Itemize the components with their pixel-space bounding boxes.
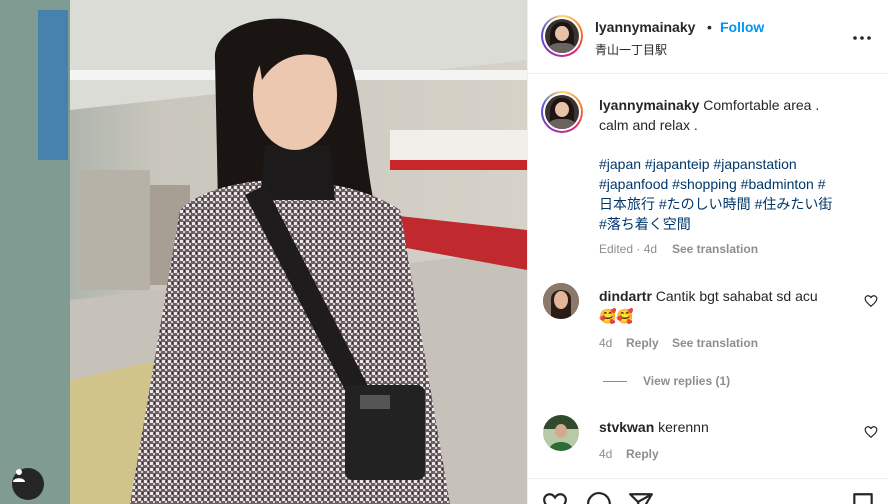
comment-body: stvkwan kerennn	[599, 417, 709, 437]
post-header: lyannymainaky • Follow 青山一丁目駅	[528, 0, 888, 74]
comment-body: dindartr Cantik bgt sahabat sd acu 🥰🥰	[599, 286, 818, 326]
heart-icon[interactable]	[542, 491, 568, 504]
comment-avatar[interactable]	[543, 283, 579, 319]
hashtags-line2[interactable]: #japanfood #shopping #badminton #	[599, 174, 832, 194]
caption-text-line1: Comfortable area .	[703, 97, 820, 113]
more-horizontal-icon[interactable]	[850, 26, 874, 50]
heart-icon[interactable]	[864, 294, 878, 308]
caption-text-line2: calm and relax .	[599, 117, 698, 133]
user-tag-button[interactable]	[12, 468, 44, 500]
comment-username[interactable]: dindartr	[599, 288, 652, 304]
hashtags-line4[interactable]: #落ち着く空間	[599, 214, 832, 234]
post-photo[interactable]	[0, 0, 527, 504]
avatar-photo	[543, 415, 579, 451]
comment-time: 4d	[599, 447, 613, 461]
caption-see-translation-button[interactable]: See translation	[672, 242, 758, 256]
view-replies-label: View replies (1)	[643, 374, 731, 388]
post-detail-panel: lyannymainaky • Follow 青山一丁目駅 lyannymain…	[527, 0, 888, 504]
reply-button[interactable]: Reply	[626, 336, 659, 350]
header-separator: •	[707, 19, 712, 35]
caption-edited-time: Edited · 4d	[599, 242, 658, 256]
post-modal: lyannymainaky • Follow 青山一丁目駅 lyannymain…	[0, 0, 888, 504]
avatar-photo	[543, 283, 579, 319]
comment-text: kerennn	[658, 419, 709, 435]
comment-emoji: 🥰🥰	[599, 308, 634, 324]
hashtags-line3[interactable]: 日本旅行 #たのしい時間 #住みたい街	[599, 194, 832, 214]
author-avatar[interactable]	[541, 15, 583, 57]
comment-time: 4d	[599, 336, 613, 350]
comment-avatar[interactable]	[543, 415, 579, 451]
replies-divider-line	[603, 380, 627, 382]
paper-plane-icon[interactable]	[628, 491, 654, 504]
comment-text: Cantik bgt sahabat sd acu	[655, 288, 818, 304]
author-username[interactable]: lyannymainaky	[595, 19, 695, 35]
user-tag-icon	[13, 469, 25, 482]
comment-see-translation-button[interactable]: See translation	[672, 336, 758, 350]
reply-button[interactable]: Reply	[626, 447, 659, 461]
caption: lyannymainaky Comfortable area . calm an…	[599, 95, 832, 234]
follow-button[interactable]: Follow	[720, 19, 764, 35]
view-replies-button[interactable]: View replies (1)	[603, 374, 730, 388]
hashtags-line1[interactable]: #japan #japanteip #japanstation	[599, 154, 832, 174]
comment-username[interactable]: stvkwan	[599, 419, 654, 435]
action-bar	[528, 478, 888, 504]
post-location[interactable]: 青山一丁目駅	[595, 41, 667, 58]
photo-scene	[0, 0, 527, 504]
heart-icon[interactable]	[864, 425, 878, 439]
caption-username[interactable]: lyannymainaky	[599, 97, 699, 113]
caption-avatar[interactable]	[541, 91, 583, 133]
comment-icon[interactable]	[586, 491, 612, 504]
bookmark-icon[interactable]	[850, 491, 876, 504]
